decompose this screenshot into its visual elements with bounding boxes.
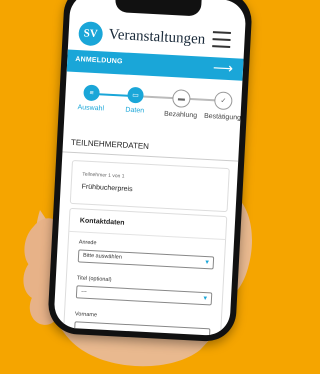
phone-screen: SV Veranstaltungen ANMELDUNG ⟶ ≡ Auswahl… xyxy=(53,0,247,337)
chevron-down-icon: ▾ xyxy=(203,294,208,303)
hamburger-menu-icon[interactable] xyxy=(212,31,231,53)
titel-label: Titel (optional) xyxy=(76,275,112,284)
credit-card-icon: ▬ xyxy=(171,89,191,109)
phone: SV Veranstaltungen ANMELDUNG ⟶ ≡ Auswahl… xyxy=(46,0,254,343)
step-auswahl[interactable]: ≡ Auswahl xyxy=(69,84,114,113)
anrede-label: Anrede xyxy=(78,239,97,247)
check-icon: ✓ xyxy=(213,91,233,111)
step-label: Daten xyxy=(125,106,145,115)
step-label: Auswahl xyxy=(77,104,105,113)
form-title: Kontaktdaten xyxy=(79,217,125,227)
registration-label: ANMELDUNG xyxy=(75,55,123,66)
divider xyxy=(69,230,226,241)
anrede-value: Bitte auswählen xyxy=(82,252,123,261)
section-title: TEILNEHMERDATEN xyxy=(70,137,150,151)
participant-counter: Teilnehmer 1 von 1 xyxy=(82,171,125,180)
step-bezahlung[interactable]: ▬ Bezahlung xyxy=(158,88,203,119)
titel-value: --- xyxy=(81,288,87,295)
participant-card: Teilnehmer 1 von 1 Frühbucherpreis xyxy=(69,159,230,213)
step-bestaetigung[interactable]: ✓ Bestätigung xyxy=(200,91,245,122)
price-type: Frühbucherpreis xyxy=(81,183,133,194)
progress-steps: ≡ Auswahl ▭ Daten ▬ Bezahlung ✓ Bestätig… xyxy=(64,83,242,132)
vorname-input[interactable] xyxy=(73,321,211,337)
phone-notch xyxy=(114,0,202,17)
logo-icon[interactable]: SV xyxy=(78,21,104,47)
vorname-label: Vorname xyxy=(74,311,98,319)
anrede-select[interactable]: Bitte auswählen ▾ xyxy=(77,249,215,270)
chevron-down-icon: ▾ xyxy=(205,259,210,267)
brand-name: Veranstaltungen xyxy=(108,26,206,48)
id-card-icon: ▭ xyxy=(127,86,144,104)
step-label: Bezahlung xyxy=(163,110,198,120)
titel-select[interactable]: --- ▾ xyxy=(75,285,213,306)
step-label: Bestätigung xyxy=(203,112,242,122)
contact-form: Kontaktdaten Anrede Bitte auswählen ▾ Ti… xyxy=(62,207,228,337)
arrow-right-icon[interactable]: ⟶ xyxy=(213,59,234,77)
list-icon: ≡ xyxy=(83,84,100,102)
step-daten[interactable]: ▭ Daten xyxy=(113,86,158,115)
